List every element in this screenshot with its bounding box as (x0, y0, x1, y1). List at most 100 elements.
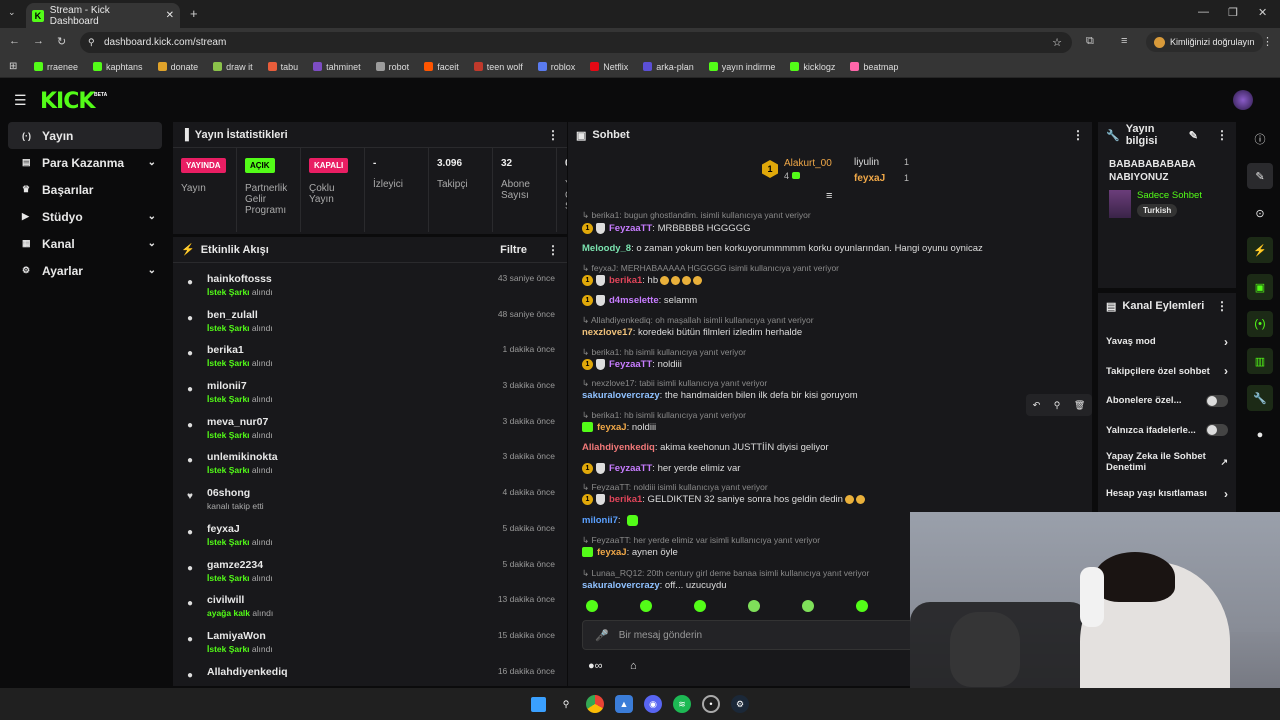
chat-menu-icon[interactable]: ⋮ (1072, 128, 1084, 142)
browser-tab[interactable]: K Stream - Kick Dashboard ✕ (26, 3, 180, 28)
chat-username[interactable]: nexzlove17 (582, 327, 633, 338)
stats-menu-icon[interactable]: ⋮ (547, 128, 559, 142)
bookmark-item[interactable]: tabu (267, 62, 298, 72)
bookmark-item[interactable]: arka-plan (643, 62, 694, 72)
event-username[interactable]: hainkoftosss (207, 273, 273, 285)
chat-username[interactable]: FeyzaaTT (609, 463, 652, 474)
info-icon[interactable]: ⓘ (1247, 126, 1273, 152)
steam-icon[interactable]: ⚙ (731, 695, 749, 713)
toggle-switch[interactable] (1206, 424, 1228, 437)
bookmark-item[interactable]: beatmap (850, 62, 898, 72)
discord-icon[interactable]: ◉ (644, 695, 662, 713)
event-username[interactable]: meva_nur07 (207, 416, 273, 428)
target-icon[interactable]: ⊙ (1247, 200, 1273, 226)
chat-username[interactable]: d4mselette (609, 295, 659, 306)
event-username[interactable]: gamze2234 (207, 559, 273, 571)
bookmark-item[interactable]: Netflix (590, 62, 628, 72)
chat-collapse-icon[interactable]: ≡ (826, 190, 832, 202)
bolt-rail-icon[interactable]: ⚡ (1247, 237, 1273, 263)
activity-menu-icon[interactable]: ⋮ (547, 243, 559, 257)
event-username[interactable]: Allahdiyenkediq (207, 666, 288, 678)
chevron-down-icon[interactable]: ⌄ (148, 211, 156, 222)
chat-rail-icon[interactable]: ▣ (1247, 274, 1273, 300)
minimize-icon[interactable]: — (1198, 6, 1209, 18)
recording-app-icon[interactable]: • (702, 695, 720, 713)
bookmark-item[interactable]: kaphtans (93, 62, 143, 72)
spotify-icon[interactable]: ≋ (673, 695, 691, 713)
layout-rail-icon[interactable]: ▥ (1247, 348, 1273, 374)
emote-icon[interactable] (748, 600, 760, 612)
event-username[interactable]: LamiyaWon (207, 630, 273, 642)
chat-users-icon[interactable]: ●∞ (588, 660, 603, 672)
event-username[interactable]: unlemikinokta (207, 451, 278, 463)
edit-rail-icon[interactable]: ✎ (1247, 163, 1273, 189)
bookmark-item[interactable]: yayın indirme (708, 62, 775, 72)
bookmark-item[interactable]: teen wolf (473, 62, 523, 72)
event-username[interactable]: civilwill (207, 594, 273, 606)
extensions-icon[interactable]: ⧉ (1086, 35, 1094, 48)
sidebar-item[interactable]: (·) Yayın (8, 122, 162, 149)
chat-username[interactable]: sakuralovercrazy (582, 580, 660, 591)
bookmark-item[interactable]: robot (375, 62, 409, 72)
app-icon[interactable]: ▲ (615, 695, 633, 713)
event-username[interactable]: feyxaJ (207, 523, 273, 535)
hamburger-menu-icon[interactable]: ☰ (14, 92, 27, 109)
leaderboard-user-2[interactable]: liyulin (854, 157, 879, 168)
emote-icon[interactable] (640, 600, 652, 612)
channel-actions-menu-icon[interactable]: ⋮ (1216, 299, 1228, 313)
pin-icon[interactable]: ⚲ (1054, 400, 1061, 411)
chevron-down-icon[interactable]: ⌄ (148, 265, 156, 276)
chat-username[interactable]: FeyzaaTT (609, 223, 652, 234)
chat-username[interactable]: milonii7 (582, 515, 618, 526)
close-tab-icon[interactable]: ✕ (166, 10, 174, 21)
tab-search-icon[interactable]: ⌄ (8, 7, 16, 18)
chat-username[interactable]: Meloody_8 (582, 243, 631, 254)
media-icon[interactable]: ≡ (1121, 35, 1127, 47)
maximize-icon[interactable]: ❐ (1228, 6, 1238, 19)
chat-username[interactable]: FeyzaaTT (609, 359, 652, 370)
forward-icon[interactable]: → (33, 35, 44, 47)
chat-username[interactable]: feyxaJ (597, 422, 627, 433)
channel-action-item[interactable]: Hesap yaşı kısıtlaması › (1098, 479, 1236, 509)
event-username[interactable]: milonii7 (207, 380, 273, 392)
bookmark-star-icon[interactable]: ☆ (1052, 36, 1062, 49)
chrome-icon[interactable] (586, 695, 604, 713)
bookmark-item[interactable]: donate (157, 62, 198, 72)
bookmark-item[interactable]: faceit (424, 62, 459, 72)
stream-info-menu-icon[interactable]: ⋮ (1216, 128, 1228, 142)
microphone-icon[interactable]: 🎤 (595, 629, 609, 642)
url-input[interactable]: ⚲ dashboard.kick.com/stream ☆ (80, 32, 1072, 53)
user-avatar[interactable] (1233, 90, 1253, 110)
channel-action-item[interactable]: Abonelere özel... (1098, 386, 1236, 416)
event-username[interactable]: ben_zulall (207, 309, 273, 321)
windows-start-icon[interactable] (531, 696, 546, 712)
sidebar-item[interactable]: ▦ Kanal ⌄ (8, 230, 162, 257)
site-info-icon[interactable]: ⚲ (88, 37, 95, 48)
reply-icon[interactable]: ↶ (1033, 400, 1041, 411)
emote-icon[interactable] (856, 600, 868, 612)
sidebar-item[interactable]: ▤ Para Kazanma ⌄ (8, 149, 162, 176)
back-icon[interactable]: ← (9, 35, 20, 47)
sidebar-item[interactable]: ▶ Stüdyo ⌄ (8, 203, 162, 230)
edit-icon[interactable]: ✎ (1189, 129, 1198, 142)
bookmark-item[interactable]: draw it (213, 62, 253, 72)
chat-username[interactable]: feyxaJ (597, 547, 627, 558)
chat-username[interactable]: berika1 (609, 494, 642, 505)
chevron-down-icon[interactable]: ⌄ (148, 238, 156, 249)
toggle-switch[interactable] (1206, 394, 1228, 407)
event-username[interactable]: berika1 (207, 344, 273, 356)
new-tab-icon[interactable]: + (190, 6, 198, 21)
chevron-down-icon[interactable]: ⌄ (148, 157, 156, 168)
channel-action-item[interactable]: Yapay Zeka ile Sohbet Denetimi ↗ (1098, 445, 1236, 479)
bookmark-item[interactable]: rraenee (34, 62, 78, 72)
broadcast-rail-icon[interactable]: (•) (1247, 311, 1273, 337)
sidebar-item[interactable]: ⚙ Ayarlar ⌄ (8, 257, 162, 284)
event-username[interactable]: 06shong (207, 487, 264, 499)
emote-icon[interactable] (802, 600, 814, 612)
apps-grid-icon[interactable]: ⊞ (9, 61, 17, 72)
bookmark-item[interactable]: roblox (537, 62, 575, 72)
chat-username[interactable]: Allahdiyenkediq (582, 442, 655, 453)
leaderboard-user-3[interactable]: feyxaJ (854, 173, 885, 184)
chat-username[interactable]: berika1 (609, 275, 642, 286)
channel-action-item[interactable]: Yalnızca ifadelerle... (1098, 416, 1236, 446)
